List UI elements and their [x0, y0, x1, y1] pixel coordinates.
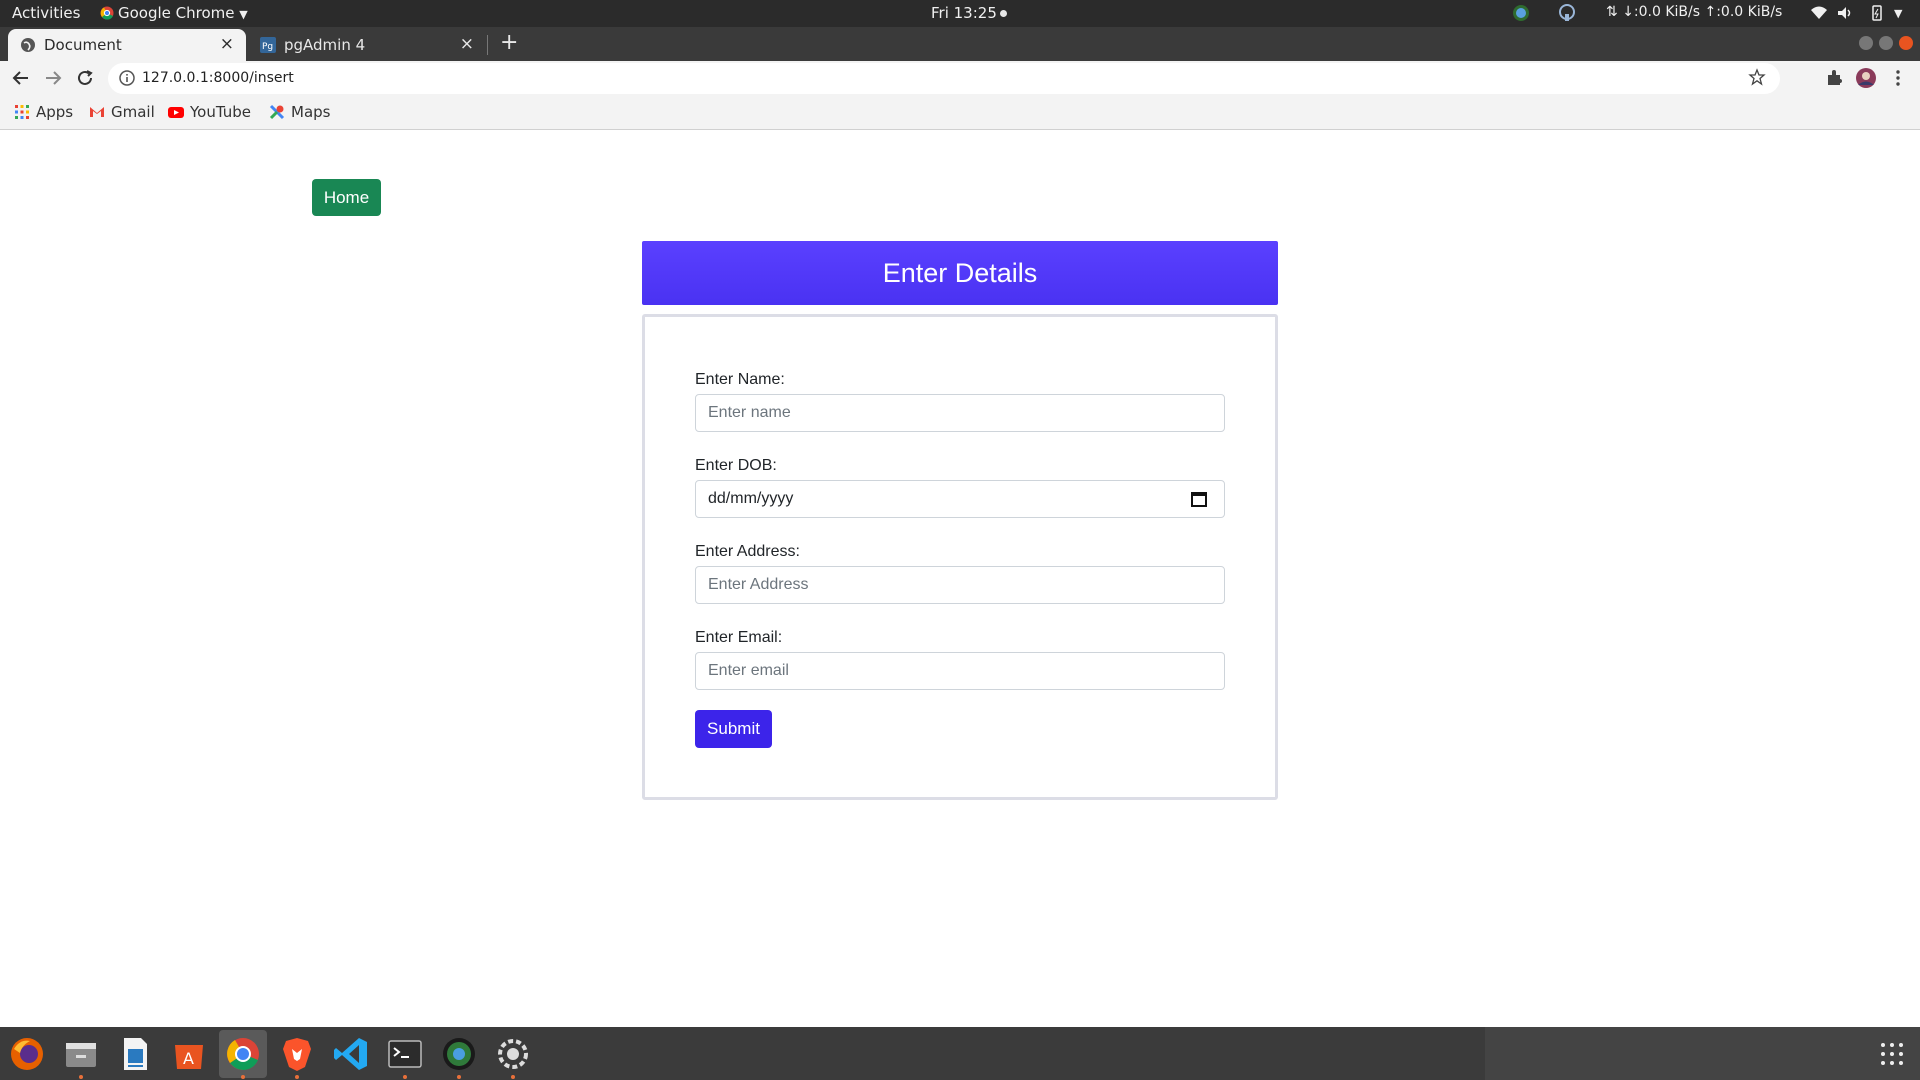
app-menu-label: Google Chrome [118, 4, 235, 22]
postgres-tray-icon[interactable] [1558, 4, 1576, 22]
bookmark-star-icon[interactable] [1748, 68, 1766, 86]
bookmarks-bar: Apps Gmail YouTube Maps [0, 96, 1920, 130]
profile-avatar-icon[interactable] [1855, 67, 1877, 89]
writer-icon[interactable] [116, 1035, 154, 1073]
dob-value: dd/mm/yyyy [708, 490, 794, 507]
minimize-window-button[interactable] [1859, 36, 1873, 50]
new-tab-button[interactable]: + [500, 30, 518, 55]
tab-title: Document [44, 36, 122, 54]
battery-icon[interactable] [1868, 4, 1886, 22]
browser-toolbar: 127.0.0.1:8000/insert [0, 61, 1920, 96]
bookmark-gmail[interactable]: Gmail [89, 103, 155, 121]
gmail-icon [90, 107, 104, 117]
tab-divider [487, 35, 488, 55]
running-indicator [295, 1075, 299, 1079]
bookmark-label: YouTube [190, 103, 251, 121]
bookmark-label: Gmail [111, 103, 155, 121]
globe-icon [21, 38, 35, 52]
tab-document[interactable]: Document × [8, 29, 246, 61]
chrome-menu-icon[interactable] [1887, 67, 1909, 89]
show-applications-icon[interactable] [1880, 1042, 1904, 1066]
network-speed: ↓:0.0 KiB/s ↑:0.0 KiB/s [1622, 4, 1783, 20]
back-arrow-icon[interactable] [10, 67, 32, 89]
bookmark-maps[interactable]: Maps [269, 103, 330, 121]
network-indicator[interactable]: ⇅ ↓:0.0 KiB/s ↑:0.0 KiB/s [1606, 4, 1782, 20]
address-label: Enter Address: [695, 543, 800, 560]
extensions-puzzle-icon[interactable] [1823, 67, 1845, 89]
clock-label: Fri 13:25 [931, 4, 997, 22]
wifi-icon[interactable] [1810, 4, 1828, 22]
chrome-small-icon [100, 6, 114, 20]
apps-grid-icon [15, 105, 29, 119]
reload-icon[interactable] [74, 67, 96, 89]
site-info-icon[interactable] [118, 69, 136, 87]
close-window-button[interactable] [1899, 36, 1913, 50]
dock-window-preview-area [1485, 1027, 1920, 1080]
close-tab-icon[interactable]: × [220, 34, 234, 54]
url-text: 127.0.0.1:8000/insert [142, 70, 294, 86]
system-top-bar: Activities Google Chrome ▼ Fri 13:25 ⇅ ↓… [0, 0, 1920, 27]
firefox-icon[interactable] [8, 1035, 46, 1073]
system-menu-chevron-icon[interactable]: ▼ [1894, 7, 1902, 20]
taskbar-dock: A [0, 1027, 1920, 1080]
email-label: Enter Email: [695, 629, 783, 646]
activities-button[interactable]: Activities [12, 4, 80, 22]
name-input[interactable] [695, 394, 1225, 432]
chrome-icon [227, 1038, 259, 1070]
bookmark-label: Apps [36, 103, 74, 121]
dob-input[interactable]: dd/mm/yyyy [695, 480, 1225, 518]
running-indicator [403, 1075, 407, 1079]
name-label: Enter Name: [695, 371, 785, 388]
pgadmin-icon: Pg [260, 37, 276, 53]
maps-icon [269, 104, 285, 120]
running-indicator [241, 1075, 245, 1079]
bookmark-apps[interactable]: Apps [14, 103, 73, 121]
vscode-icon[interactable] [332, 1035, 370, 1073]
running-indicator [511, 1075, 515, 1079]
address-bar[interactable]: 127.0.0.1:8000/insert [108, 63, 1780, 94]
tab-strip: Document × Pg pgAdmin 4 × [0, 27, 1920, 61]
chrome-dock-item[interactable] [219, 1030, 267, 1078]
svg-text:Pg: Pg [262, 42, 273, 52]
network-arrows-icon: ⇅ [1606, 4, 1618, 20]
terminal-icon[interactable] [386, 1035, 424, 1073]
page-title: Enter Details [642, 241, 1278, 305]
bookmark-youtube[interactable]: YouTube [168, 103, 251, 121]
globe-app-icon[interactable] [440, 1035, 478, 1073]
chevron-down-icon: ▼ [239, 8, 248, 21]
close-tab-icon[interactable]: × [460, 34, 474, 54]
clock[interactable]: Fri 13:25 [931, 4, 1007, 22]
app-menu[interactable]: Google Chrome ▼ [100, 4, 248, 22]
submit-button[interactable]: Submit [695, 710, 772, 748]
tab-pgadmin[interactable]: Pg pgAdmin 4 × [248, 29, 486, 61]
bookmark-label: Maps [291, 103, 331, 121]
files-icon[interactable] [62, 1035, 100, 1073]
globe-tray-icon[interactable] [1512, 4, 1530, 22]
home-button[interactable]: Home [312, 179, 381, 216]
youtube-icon [168, 107, 184, 118]
svg-text:A: A [183, 1049, 194, 1068]
email-input[interactable] [695, 652, 1225, 690]
dob-label: Enter DOB: [695, 457, 777, 474]
notification-dot-icon [999, 10, 1007, 17]
forward-arrow-icon[interactable] [42, 67, 64, 89]
maximize-window-button[interactable] [1879, 36, 1893, 50]
details-form: Enter Name: Enter DOB: dd/mm/yyyy Enter … [642, 314, 1278, 800]
volume-icon[interactable] [1836, 4, 1854, 22]
calendar-icon[interactable] [1190, 490, 1208, 508]
tab-title: pgAdmin 4 [284, 36, 366, 54]
software-center-icon[interactable]: A [170, 1035, 208, 1073]
settings-app-icon[interactable] [494, 1035, 532, 1073]
running-indicator [79, 1075, 83, 1079]
brave-icon[interactable] [278, 1035, 316, 1073]
running-indicator [457, 1075, 461, 1079]
address-input[interactable] [695, 566, 1225, 604]
